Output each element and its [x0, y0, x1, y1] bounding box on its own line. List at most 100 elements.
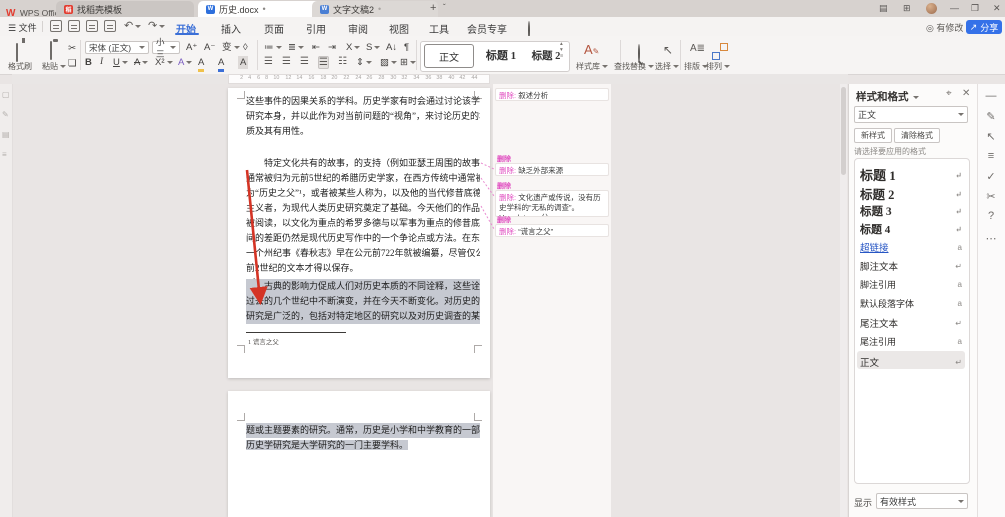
footnote-text[interactable]: 1 谎言之父	[248, 336, 279, 346]
minimize-button[interactable]: —	[950, 3, 959, 13]
format-painter-label[interactable]: 格式刷	[8, 61, 32, 72]
style-item-heading4[interactable]: 标题 4↵	[860, 221, 962, 237]
align-left-icon[interactable]: ☰	[264, 56, 273, 67]
style-item-default-font[interactable]: 默认段落字体a	[860, 297, 962, 310]
edit-pen-icon[interactable]: ✎	[2, 110, 9, 119]
typeset-label[interactable]: 排版	[684, 61, 708, 72]
typeset-icon[interactable]: A≣	[690, 43, 705, 54]
document-scrollbar-thumb[interactable]	[841, 87, 846, 175]
collapse-panel-icon[interactable]: —	[984, 90, 998, 102]
decrease-indent-icon[interactable]: ⇤	[312, 41, 320, 54]
export-pdf-icon[interactable]	[68, 20, 80, 32]
format-painter-icon[interactable]	[16, 43, 18, 62]
nav-pane-icon[interactable]: ▢	[2, 90, 10, 99]
clear-format-icon[interactable]: ◊	[243, 41, 248, 54]
menu-tab-page[interactable]: 页面	[264, 21, 284, 36]
menu-tab-view[interactable]: 视图	[389, 21, 409, 36]
grow-font-icon[interactable]: A⁺	[186, 41, 197, 54]
selected-text-line[interactable]: 题或主题要素的研究。通常，历史是小学和中学教育的一部分，	[246, 423, 480, 438]
paragraph-3-selected[interactable]: 古典的影响力促成人们对历史本质的不同诠释，这些诠释在 过去的几个世纪中不断演变，…	[246, 279, 480, 324]
style-item-heading3[interactable]: 标题 3↵	[860, 203, 962, 219]
align-justify-icon[interactable]: ☰	[318, 56, 329, 69]
style-item-footnote-text[interactable]: 脚注文本↵	[860, 259, 962, 273]
file-menu[interactable]: ☰ 文件	[8, 21, 37, 34]
properties-slider-icon[interactable]: ≡	[984, 150, 998, 162]
help-icon[interactable]: ?	[984, 210, 998, 222]
style-item-endnote-ref[interactable]: 尾注引用a	[860, 335, 962, 348]
line-spacing-icon[interactable]: ⇕	[356, 56, 372, 69]
text-line[interactable]: 为“历史之父”¹，或者被某些人称为，以及他的当代修昔底德	[246, 186, 480, 201]
gallery-scroll-arrows[interactable]: ▴▾≡	[560, 41, 563, 59]
underline-button[interactable]: U	[113, 56, 128, 69]
current-style-select[interactable]: 正文	[854, 106, 968, 123]
numbering-icon[interactable]: ≣	[288, 41, 304, 54]
select-label[interactable]: 选择	[655, 61, 679, 72]
document-page-2[interactable]	[228, 391, 490, 517]
text-line[interactable]: 这些事件的因果关系的学科。历史学家有时会通过讨论该学科的	[246, 94, 480, 109]
menu-tab-tools[interactable]: 工具	[429, 21, 449, 36]
annotate-pen-icon[interactable]: ✎	[984, 110, 998, 123]
shrink-font-icon[interactable]: A⁻	[204, 41, 215, 54]
show-styles-select[interactable]: 有效样式	[876, 493, 968, 509]
text-effects-icon[interactable]: A	[178, 56, 192, 69]
style-item-hyperlink[interactable]: 超链接a	[860, 240, 962, 254]
find-replace-label[interactable]: 查找替换	[614, 61, 654, 72]
style-library-label[interactable]: 样式库	[576, 61, 608, 72]
selected-text-line[interactable]: 过去的几个世纪中不断演变，并在今天不断变化。对历史的现代	[246, 294, 480, 309]
show-marks-icon[interactable]: ¶	[404, 41, 409, 54]
style-item-heading1[interactable]: 标题 1↵	[860, 165, 962, 184]
section-icon[interactable]: S	[366, 41, 380, 54]
revision-comment[interactable]: 删除: “谎言之父”	[495, 224, 609, 237]
distribute-icon[interactable]: ☷	[338, 56, 347, 67]
clear-format-button[interactable]: 清除格式	[894, 128, 940, 143]
bookmark-pane-icon[interactable]: ▤	[2, 130, 10, 139]
app-center-icon[interactable]: ⊞	[903, 3, 911, 14]
italic-button[interactable]: I	[100, 56, 103, 69]
revision-comment[interactable]: 删除: 叙述分析	[495, 88, 609, 101]
redo-icon[interactable]: ↷	[148, 19, 165, 32]
change-case-icon[interactable]: 变	[222, 41, 240, 54]
menu-tab-reference[interactable]: 引用	[306, 21, 326, 36]
text-line[interactable]: 通常被归为元前5世纪的希腊历史学家，在西方传统中通常被视	[246, 171, 480, 186]
style-item-endnote-text[interactable]: 尾注文本↵	[860, 316, 962, 330]
revision-comment[interactable]: 删除: 文化遗产或传说，没有历史学科的“无私的调查”。Herodotus，分	[495, 190, 609, 217]
text-line[interactable]: 间的差距仍然是现代历史写作中的一个争论点或方法。在东亚，	[246, 231, 480, 246]
select-tool-icon[interactable]: ↖	[984, 130, 998, 143]
save-icon[interactable]	[50, 20, 62, 32]
text-line[interactable]: 一个州纪事《春秋志》早在公元前722年就被编纂，尽管仅公元	[246, 246, 480, 261]
asian-layout-icon[interactable]: X	[346, 41, 360, 54]
tab-list-caret-icon[interactable]: ˇ	[443, 3, 446, 12]
close-button[interactable]: ✕	[993, 3, 1001, 14]
share-button[interactable]: ↗分享	[966, 20, 1002, 34]
proofing-check-icon[interactable]: ✓	[984, 170, 998, 183]
menu-tab-review[interactable]: 审阅	[348, 21, 368, 36]
style-normal-cell[interactable]: 正文	[424, 44, 474, 68]
text-line[interactable]: 被阅读，以文化为重点的希罗多德与以军事为重点的修昔底德之	[246, 216, 480, 231]
text-line[interactable]: 主义者，为现代人类历史研究奠定了基础。今天他们的作品继续	[246, 201, 480, 216]
highlight-color-icon[interactable]: A	[198, 56, 204, 72]
tab-history-docx[interactable]: W 历史.docx •	[198, 1, 322, 17]
outline-pane-icon[interactable]: ≡	[2, 150, 7, 159]
paragraph-3-continued[interactable]: 题或主题要素的研究。通常，历史是小学和中学教育的一部分， 历史学研究是大学研究的…	[246, 423, 480, 453]
font-size-select[interactable]: 小三	[152, 41, 180, 54]
paste-icon[interactable]	[50, 41, 52, 60]
avatar[interactable]	[926, 3, 937, 14]
bullets-icon[interactable]: ≔	[264, 41, 282, 54]
paste-label[interactable]: 粘贴	[42, 61, 66, 72]
align-center-icon[interactable]: ☰	[282, 56, 291, 67]
char-shading-icon[interactable]: A	[238, 56, 248, 69]
select-cursor-icon[interactable]: ↖	[663, 43, 673, 57]
style-item-normal[interactable]: 正文↵	[860, 355, 962, 369]
tab-docer-template[interactable]: 稻 找稻壳模板	[56, 1, 194, 17]
print-icon[interactable]	[86, 20, 98, 32]
more-tools-icon[interactable]: ⋯	[984, 232, 998, 245]
style-item-footnote-ref[interactable]: 脚注引用a	[860, 278, 962, 291]
copy-icon[interactable]: ❏	[68, 57, 77, 70]
font-color-icon[interactable]: A	[218, 56, 224, 72]
paragraph-2[interactable]: 特定文化共有的故事，的支持（例如亚瑟王周围的故事）， 通常被归为元前5世纪的希腊…	[246, 156, 480, 276]
shading-fill-icon[interactable]: ▨	[380, 56, 397, 69]
align-right-icon[interactable]: ☰	[300, 56, 309, 67]
print-preview-icon[interactable]	[104, 20, 116, 32]
menu-tab-member[interactable]: 会员专享	[467, 21, 507, 36]
selected-text-line[interactable]: 历史学研究是大学研究的一门主要学科。	[246, 438, 480, 453]
